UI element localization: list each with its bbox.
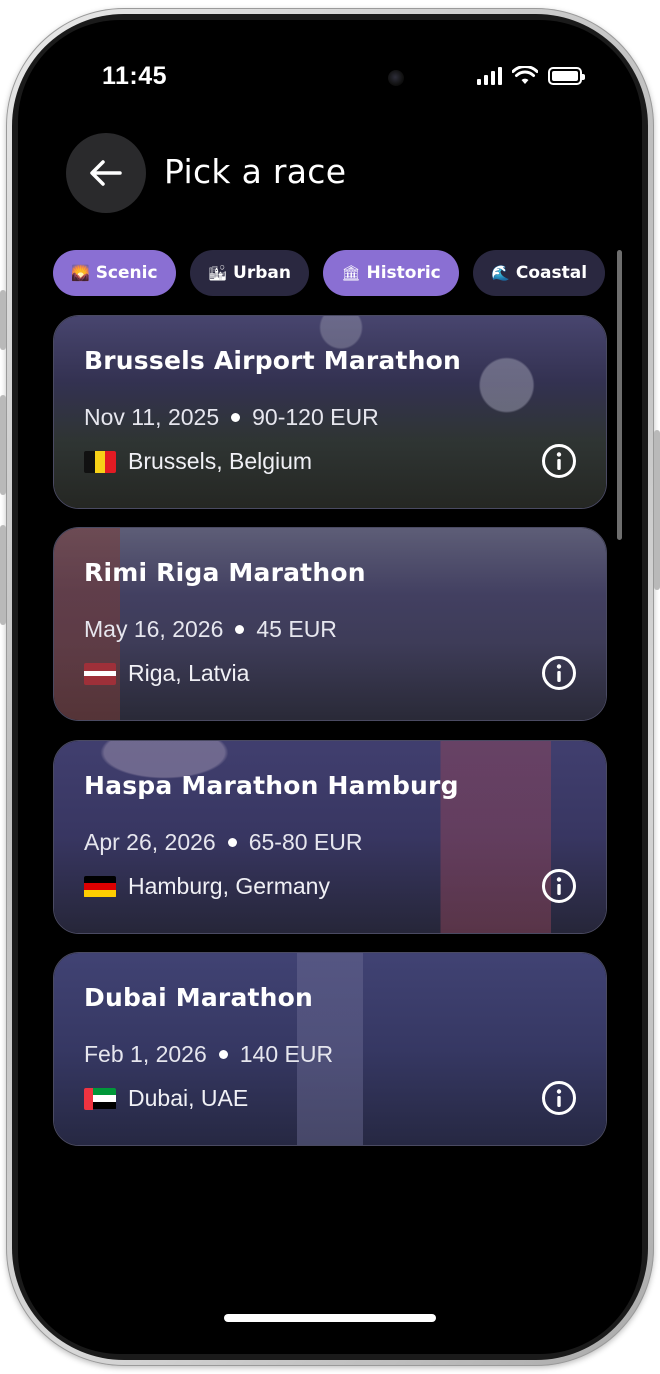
- location-text: Riga, Latvia: [128, 660, 250, 686]
- race-name: Dubai Marathon: [84, 983, 314, 1012]
- flag-uae-icon: [84, 1087, 116, 1110]
- volume-up-button: [0, 395, 6, 495]
- separator-dot: [231, 413, 241, 422]
- category-filter-chips: 🌄 Scenic 🏙 Urban 🏛 Historic 🌊 Coastal: [53, 250, 613, 296]
- back-button[interactable]: [66, 133, 146, 213]
- info-icon: [556, 877, 562, 895]
- chip-label: Urban: [233, 263, 291, 283]
- info-button[interactable]: [542, 1081, 576, 1115]
- race-location: Hamburg, Germany: [84, 873, 330, 900]
- separator-dot: [218, 1050, 228, 1059]
- info-button[interactable]: [542, 869, 576, 903]
- race-card[interactable]: Dubai Marathon Feb 1, 2026 140 EUR Dubai…: [53, 952, 607, 1146]
- race-date: Apr 26, 2026: [84, 829, 216, 855]
- race-location: Brussels, Belgium: [84, 448, 312, 475]
- volume-down-button: [0, 525, 6, 625]
- info-button[interactable]: [542, 444, 576, 478]
- chip-coastal[interactable]: 🌊 Coastal: [473, 250, 606, 296]
- race-location: Dubai, UAE: [84, 1085, 248, 1112]
- chip-label: Historic: [366, 263, 441, 283]
- status-icons: [477, 66, 585, 86]
- race-location: Riga, Latvia: [84, 660, 249, 687]
- app-screen: 11:45 Pick a race 🌄 Scenic 🏙 Urban 🏛 His…: [18, 20, 642, 1354]
- race-date: Feb 1, 2026: [84, 1041, 207, 1067]
- race-meta: Nov 11, 2025 90-120 EUR: [84, 404, 379, 431]
- location-text: Dubai, UAE: [128, 1085, 249, 1111]
- wifi-icon: [512, 66, 538, 84]
- location-text: Hamburg, Germany: [128, 873, 330, 899]
- info-icon: [556, 664, 562, 682]
- race-date: Nov 11, 2025: [84, 404, 220, 430]
- chip-urban[interactable]: 🏙 Urban: [190, 250, 309, 296]
- power-button: [654, 430, 660, 590]
- battery-icon: [548, 67, 585, 85]
- race-card[interactable]: Brussels Airport Marathon Nov 11, 2025 9…: [53, 315, 607, 509]
- info-icon: [556, 1089, 562, 1107]
- race-price: 45 EUR: [256, 616, 337, 642]
- action-button: [0, 290, 6, 350]
- chip-historic[interactable]: 🏛 Historic: [323, 250, 459, 296]
- flag-belgium-icon: [84, 450, 116, 473]
- race-price: 90-120 EUR: [252, 404, 379, 430]
- race-price: 140 EUR: [239, 1041, 334, 1067]
- info-icon: [556, 452, 562, 470]
- front-camera: [388, 70, 404, 86]
- race-name: Haspa Marathon Hamburg: [84, 771, 459, 800]
- chip-label: Scenic: [95, 263, 158, 283]
- location-text: Brussels, Belgium: [128, 448, 313, 474]
- race-price: 65-80 EUR: [248, 829, 363, 855]
- separator-dot: [235, 625, 245, 634]
- flag-latvia-icon: [84, 662, 116, 685]
- chip-label: Coastal: [515, 263, 588, 283]
- separator-dot: [227, 838, 237, 847]
- race-card[interactable]: Haspa Marathon Hamburg Apr 26, 2026 65-8…: [53, 740, 607, 934]
- race-name: Rimi Riga Marathon: [84, 558, 366, 587]
- race-meta: Apr 26, 2026 65-80 EUR: [84, 829, 363, 856]
- coastal-icon: 🌊: [491, 264, 510, 282]
- page-title: Pick a race: [164, 152, 347, 191]
- cellular-signal-icon: [477, 67, 502, 85]
- scrollbar[interactable]: [617, 250, 622, 540]
- race-meta: May 16, 2026 45 EUR: [84, 616, 337, 643]
- historic-icon: 🏛: [341, 264, 361, 282]
- urban-icon: 🏙: [208, 264, 228, 282]
- race-name: Brussels Airport Marathon: [84, 346, 462, 375]
- race-date: May 16, 2026: [84, 616, 224, 642]
- chip-scenic[interactable]: 🌄 Scenic: [53, 250, 176, 296]
- home-indicator[interactable]: [224, 1314, 436, 1322]
- scenic-icon: 🌄: [71, 264, 90, 282]
- arrow-left-icon: [90, 160, 122, 186]
- status-time: 11:45: [102, 62, 168, 90]
- race-meta: Feb 1, 2026 140 EUR: [84, 1041, 333, 1068]
- race-card[interactable]: Rimi Riga Marathon May 16, 2026 45 EUR R…: [53, 527, 607, 721]
- flag-germany-icon: [84, 875, 116, 898]
- info-button[interactable]: [542, 656, 576, 690]
